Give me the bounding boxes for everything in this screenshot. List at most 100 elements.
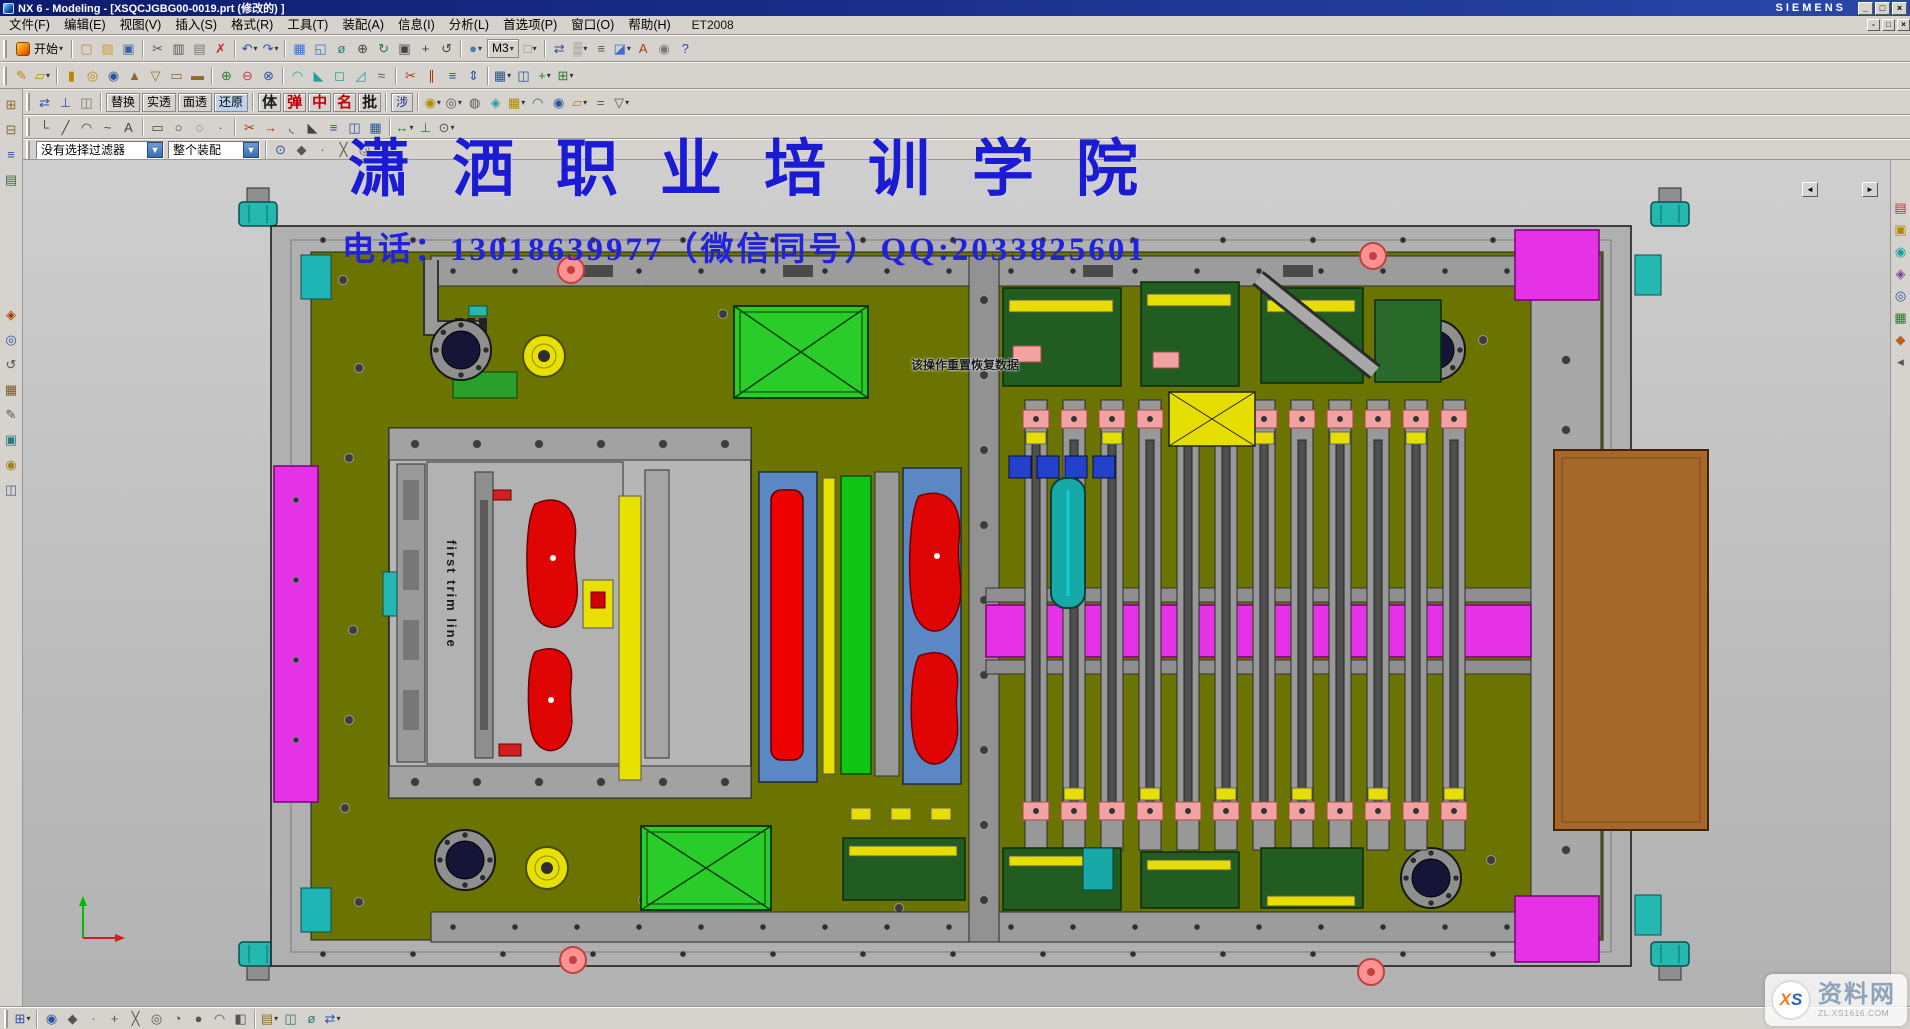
fit-view[interactable]: ▣ (394, 38, 415, 59)
pattern-face[interactable]: ▦▾ (506, 92, 527, 113)
assembly-load-options[interactable]: ▤▾ (259, 1008, 280, 1029)
roles[interactable]: ◉ (1, 454, 22, 475)
edge-blend-2[interactable]: ◠ (527, 92, 548, 113)
toolbar-grip[interactable] (3, 67, 7, 85)
snap-quadrant[interactable]: ◔ (167, 1008, 188, 1029)
reuse-library[interactable]: ▤ (1, 169, 22, 190)
object-filter[interactable]: ▽▾ (611, 92, 632, 113)
dropdown-arrow-icon[interactable]: ▾ (253, 44, 257, 53)
collapse-resource-bar[interactable]: ◂ (1892, 350, 1910, 372)
selection-scope-dropdown[interactable]: 整个装配 ▼ (168, 141, 260, 159)
menu-tools[interactable]: 工具(T) (280, 17, 335, 34)
snap-enable[interactable]: ◉ (41, 1008, 62, 1029)
menu-help[interactable]: 帮助(H) (621, 17, 677, 34)
assembly-arrangements[interactable]: ⊞▾ (555, 65, 576, 86)
expressions[interactable]: = (590, 92, 611, 113)
selection-scope[interactable]: ⊞▾ (12, 1008, 33, 1029)
revolve[interactable]: ◎ (82, 65, 103, 86)
dropdown-arrow-icon[interactable]: ▾ (510, 40, 514, 57)
menu-analysis[interactable]: 分析(L) (442, 17, 496, 34)
close-button[interactable]: × (1892, 2, 1907, 15)
view-triad[interactable] (79, 896, 125, 942)
assembly-navigator[interactable]: ⊞ (1, 94, 22, 115)
die-assembly-model[interactable]: first trim line (23, 160, 1890, 1007)
snap-arc-center[interactable]: ◎ (146, 1008, 167, 1029)
quadrant-snap[interactable]: ◔ (375, 139, 396, 160)
hd3d-tools[interactable]: ◈ (1, 304, 22, 325)
ellipse[interactable]: ◌ (189, 117, 210, 138)
profile[interactable]: └ (34, 117, 55, 138)
measure-distance[interactable]: ø (331, 38, 352, 59)
dropdown-arrow-icon[interactable]: ▾ (274, 1014, 278, 1023)
dropdown-arrow-icon[interactable]: ▾ (583, 44, 587, 53)
pad[interactable]: ▭ (166, 65, 187, 86)
trim-body[interactable]: ✂ (400, 65, 421, 86)
doc-close-button[interactable]: × (1897, 19, 1910, 31)
thread[interactable]: ≈ (371, 65, 392, 86)
move-object[interactable]: ⇄ (549, 38, 570, 59)
materials-tab[interactable]: ▦ (1892, 306, 1910, 328)
add-component[interactable]: +▾ (534, 65, 555, 86)
scroll-right-button[interactable]: ► (1862, 182, 1878, 197)
roles-tab[interactable]: ▣ (1892, 218, 1910, 240)
paste[interactable]: ▤ (189, 38, 210, 59)
zoom[interactable]: ⊕ (352, 38, 373, 59)
menu-window[interactable]: 窗口(O) (564, 17, 621, 34)
sketch-text[interactable]: A (118, 117, 139, 138)
dropdown-arrow-icon[interactable]: ▾ (625, 98, 629, 107)
menu-view[interactable]: 视图(V) (113, 17, 169, 34)
view-section[interactable]: ◪▾ (612, 38, 633, 59)
fillet[interactable]: ◟ (281, 117, 302, 138)
show-hide[interactable]: ◎▾ (443, 92, 464, 113)
shell[interactable]: ◻ (329, 65, 350, 86)
macro-middle-button[interactable]: 中 (308, 93, 331, 112)
mid-point-snap[interactable]: · (312, 139, 333, 160)
toolbar-grip[interactable] (26, 141, 30, 159)
dropdown-arrow-icon[interactable]: ▾ (533, 44, 537, 53)
dropdown-arrow-icon[interactable]: ▾ (26, 1014, 30, 1023)
background-color[interactable]: □▾ (520, 38, 541, 59)
slot[interactable]: ▬ (187, 65, 208, 86)
measure-tool[interactable]: ø (301, 1008, 322, 1029)
face-translucency-button[interactable]: 面透 (178, 93, 212, 112)
trim-die-subassembly[interactable]: first trim line (383, 428, 751, 798)
geometric-constraints[interactable]: ⊥ (415, 117, 436, 138)
dropdown-arrow-icon[interactable]: ▾ (478, 44, 482, 53)
rectangle[interactable]: ▭ (147, 117, 168, 138)
scenes-tab[interactable]: ◆ (1892, 328, 1910, 350)
toolbar-grip[interactable] (26, 93, 30, 111)
open-file[interactable]: ▨ (97, 38, 118, 59)
snap-intersection[interactable]: ╳ (125, 1008, 146, 1029)
arc[interactable]: ◠ (76, 117, 97, 138)
dropdown-arrow-icon[interactable]: ▾ (46, 71, 50, 80)
screen-split[interactable]: ▦ (289, 38, 310, 59)
doc-minimize-button[interactable]: - (1867, 19, 1880, 31)
refresh-view[interactable]: ↻ (373, 38, 394, 59)
system-materials[interactable]: ▦ (1, 379, 22, 400)
snap-endpoint[interactable]: ◆ (62, 1008, 83, 1029)
doc-restore-button[interactable]: □ (1882, 19, 1895, 31)
dropdown-arrow-icon[interactable]: ▾ (627, 44, 631, 53)
part-navigator[interactable]: ≡ (1, 144, 22, 165)
remember-constraints[interactable]: ◫ (76, 92, 97, 113)
datum-plane[interactable]: ▱▾ (32, 65, 53, 86)
copy[interactable]: ▥ (168, 38, 189, 59)
spline[interactable]: ~ (97, 117, 118, 138)
menu-information[interactable]: 信息(I) (391, 17, 442, 34)
quick-extend[interactable]: → (260, 117, 281, 138)
solid-translucency-button[interactable]: 实透 (142, 93, 176, 112)
start-menu-button[interactable]: 开始 ▾ (11, 38, 68, 59)
draft[interactable]: ◿ (350, 65, 371, 86)
dropdown-arrow-icon[interactable]: ▾ (336, 1014, 340, 1023)
new-file[interactable]: ▢ (76, 38, 97, 59)
subtract[interactable]: ⊖ (237, 65, 258, 86)
center-cam-strips[interactable] (759, 468, 961, 784)
pattern-object[interactable]: ▒▾ (570, 38, 591, 59)
delete[interactable]: ✗ (210, 38, 231, 59)
window-layout[interactable]: ◱ (310, 38, 331, 59)
circle[interactable]: ○ (168, 117, 189, 138)
macro-spring-button[interactable]: 弹 (283, 93, 306, 112)
snap-existing-point[interactable]: ● (188, 1008, 209, 1029)
interference-button[interactable]: 涉 (391, 93, 413, 112)
help[interactable]: ? (675, 38, 696, 59)
